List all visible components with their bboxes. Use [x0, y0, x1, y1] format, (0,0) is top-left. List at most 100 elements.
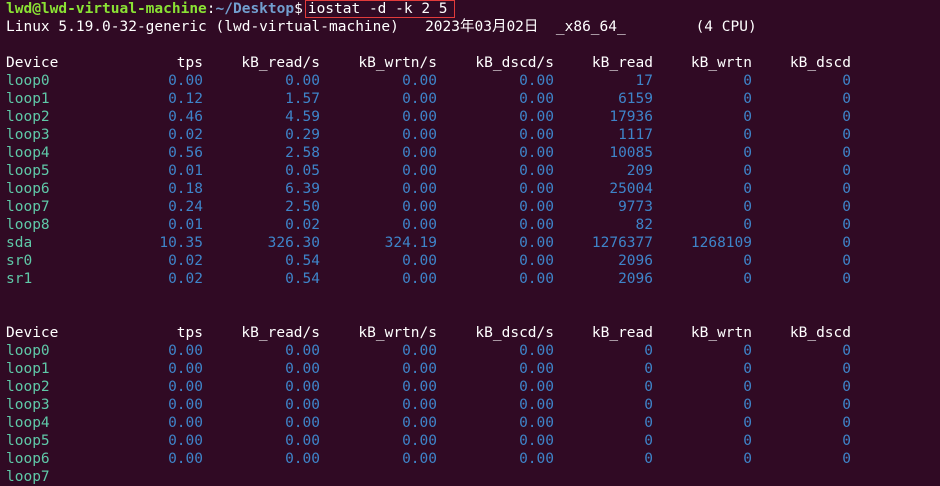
device-name: loop8 [6, 217, 50, 233]
column-header: kB_dscd/s [475, 325, 554, 341]
terminal-window[interactable]: lwd@lwd-virtual-machine:~/Desktop$ iostat… [0, 0, 940, 485]
table-cell: 0.02 [168, 127, 203, 143]
table-cell: 0 [743, 433, 752, 449]
device-name: loop3 [6, 127, 50, 143]
table-cell: 17 [635, 73, 653, 89]
table-cell: 0.54 [285, 271, 320, 287]
table-cell: 0.00 [285, 379, 320, 395]
table-cell: 0.00 [168, 397, 203, 413]
table-cell: 2.58 [285, 145, 320, 161]
column-header: kB_dscd/s [475, 55, 554, 71]
device-name: loop0 [6, 343, 50, 359]
table-cell: 0.00 [402, 109, 437, 125]
table-cell: 2.50 [285, 199, 320, 215]
table-cell: 0.00 [519, 199, 554, 215]
table-cell: 0 [842, 73, 851, 89]
device-name: loop1 [6, 91, 50, 107]
prompt-symbol: $ [294, 1, 303, 17]
table-cell: 0 [743, 397, 752, 413]
table-row: loop1 0.00 0.00 0.00 0.00 0 0 0 [6, 360, 940, 378]
column-header: kB_read/s [241, 55, 320, 71]
table-cell: 0.00 [519, 415, 554, 431]
table-cell: 0 [743, 73, 752, 89]
device-name: loop3 [6, 397, 50, 413]
column-header: kB_wrtn/s [358, 325, 437, 341]
table-cell: 0 [842, 253, 851, 269]
table-cell: 10.35 [159, 235, 203, 251]
table-cell: 0 [743, 253, 752, 269]
table-cell: 0 [842, 343, 851, 359]
table-row: loop5 0.01 0.05 0.00 0.00 209 0 0 [6, 162, 940, 180]
table-cell: 0 [842, 235, 851, 251]
command-text[interactable]: iostat -d -k 2 5 [304, 0, 455, 18]
sysinfo-line: Linux 5.19.0-32-generic (lwd-virtual-mac… [6, 18, 940, 36]
table-cell: 82 [635, 217, 653, 233]
table-cell: 0.00 [519, 361, 554, 377]
cpu-count: (4 CPU) [695, 19, 757, 35]
table-cell: 0 [842, 127, 851, 143]
table-cell: 0.29 [285, 127, 320, 143]
table-cell: 0.00 [168, 415, 203, 431]
prompt-path: ~/Desktop [215, 1, 295, 17]
column-header: kB_wrtn [690, 55, 752, 71]
table-cell: 0 [842, 145, 851, 161]
table-row: loop0 0.00 0.00 0.00 0.00 17 0 0 [6, 72, 940, 90]
table-cell: 0 [842, 109, 851, 125]
table-cell: 0.02 [168, 271, 203, 287]
table-cell: 0.00 [519, 253, 554, 269]
prompt-separator: : [206, 1, 216, 17]
table-cell: 0.00 [402, 253, 437, 269]
device-name: sda [6, 235, 33, 251]
table-cell: 6.39 [285, 181, 320, 197]
table-cell: 0.00 [402, 415, 437, 431]
device-name: loop5 [6, 433, 50, 449]
table-cell: 0.00 [519, 145, 554, 161]
table-cell: 0 [743, 91, 752, 107]
table-cell: 0 [644, 343, 653, 359]
table-cell: 324.19 [384, 235, 437, 251]
table-cell: 17936 [609, 109, 653, 125]
table-cell: 0 [743, 181, 752, 197]
table-cell: 0 [743, 415, 752, 431]
table-cell: 0.00 [285, 397, 320, 413]
table-cell: 0 [743, 109, 752, 125]
table-cell: 0 [842, 181, 851, 197]
table-cell: 0.00 [168, 73, 203, 89]
table-cell: 10085 [609, 145, 653, 161]
table-cell: 0.00 [285, 361, 320, 377]
column-header: tps [176, 55, 203, 71]
table-row: loop4 0.00 0.00 0.00 0.00 0 0 0 [6, 414, 940, 432]
table-row: sr0 0.02 0.54 0.00 0.00 2096 0 0 [6, 252, 940, 270]
table-cell: 0.00 [519, 217, 554, 233]
table-cell: 326.30 [267, 235, 320, 251]
table-cell: 0.00 [402, 163, 437, 179]
prompt-line: lwd@lwd-virtual-machine:~/Desktop$ iostat… [6, 0, 940, 18]
table-cell: 0 [743, 361, 752, 377]
table-cell: 209 [626, 163, 653, 179]
table-cell: 0.02 [168, 253, 203, 269]
table-cell: 0.00 [402, 217, 437, 233]
table-cell: 0.00 [168, 361, 203, 377]
table-cell: 0.54 [285, 253, 320, 269]
device-name: loop6 [6, 451, 50, 467]
column-header: kB_dscd [789, 55, 851, 71]
table-cell: 0.00 [402, 73, 437, 89]
table-cell: 0.00 [402, 181, 437, 197]
table-cell: 0.18 [168, 181, 203, 197]
device-name: loop7 [6, 199, 50, 215]
table-cell: 0.00 [519, 271, 554, 287]
table-cell: 0.00 [402, 199, 437, 215]
table-cell: 0.00 [519, 397, 554, 413]
table-cell: 0.01 [168, 163, 203, 179]
architecture: _x86_64_ [555, 19, 626, 35]
table-cell: 0.00 [285, 451, 320, 467]
table-cell: 0.00 [402, 451, 437, 467]
table-cell: 0.56 [168, 145, 203, 161]
table-row: loop2 0.00 0.00 0.00 0.00 0 0 0 [6, 378, 940, 396]
table-header: Device tps kB_read/s kB_wrtn/s kB_dscd/s kB_r… [6, 324, 940, 342]
table-cell: 0 [842, 379, 851, 395]
device-name: loop6 [6, 181, 50, 197]
table-cell: 0 [743, 163, 752, 179]
